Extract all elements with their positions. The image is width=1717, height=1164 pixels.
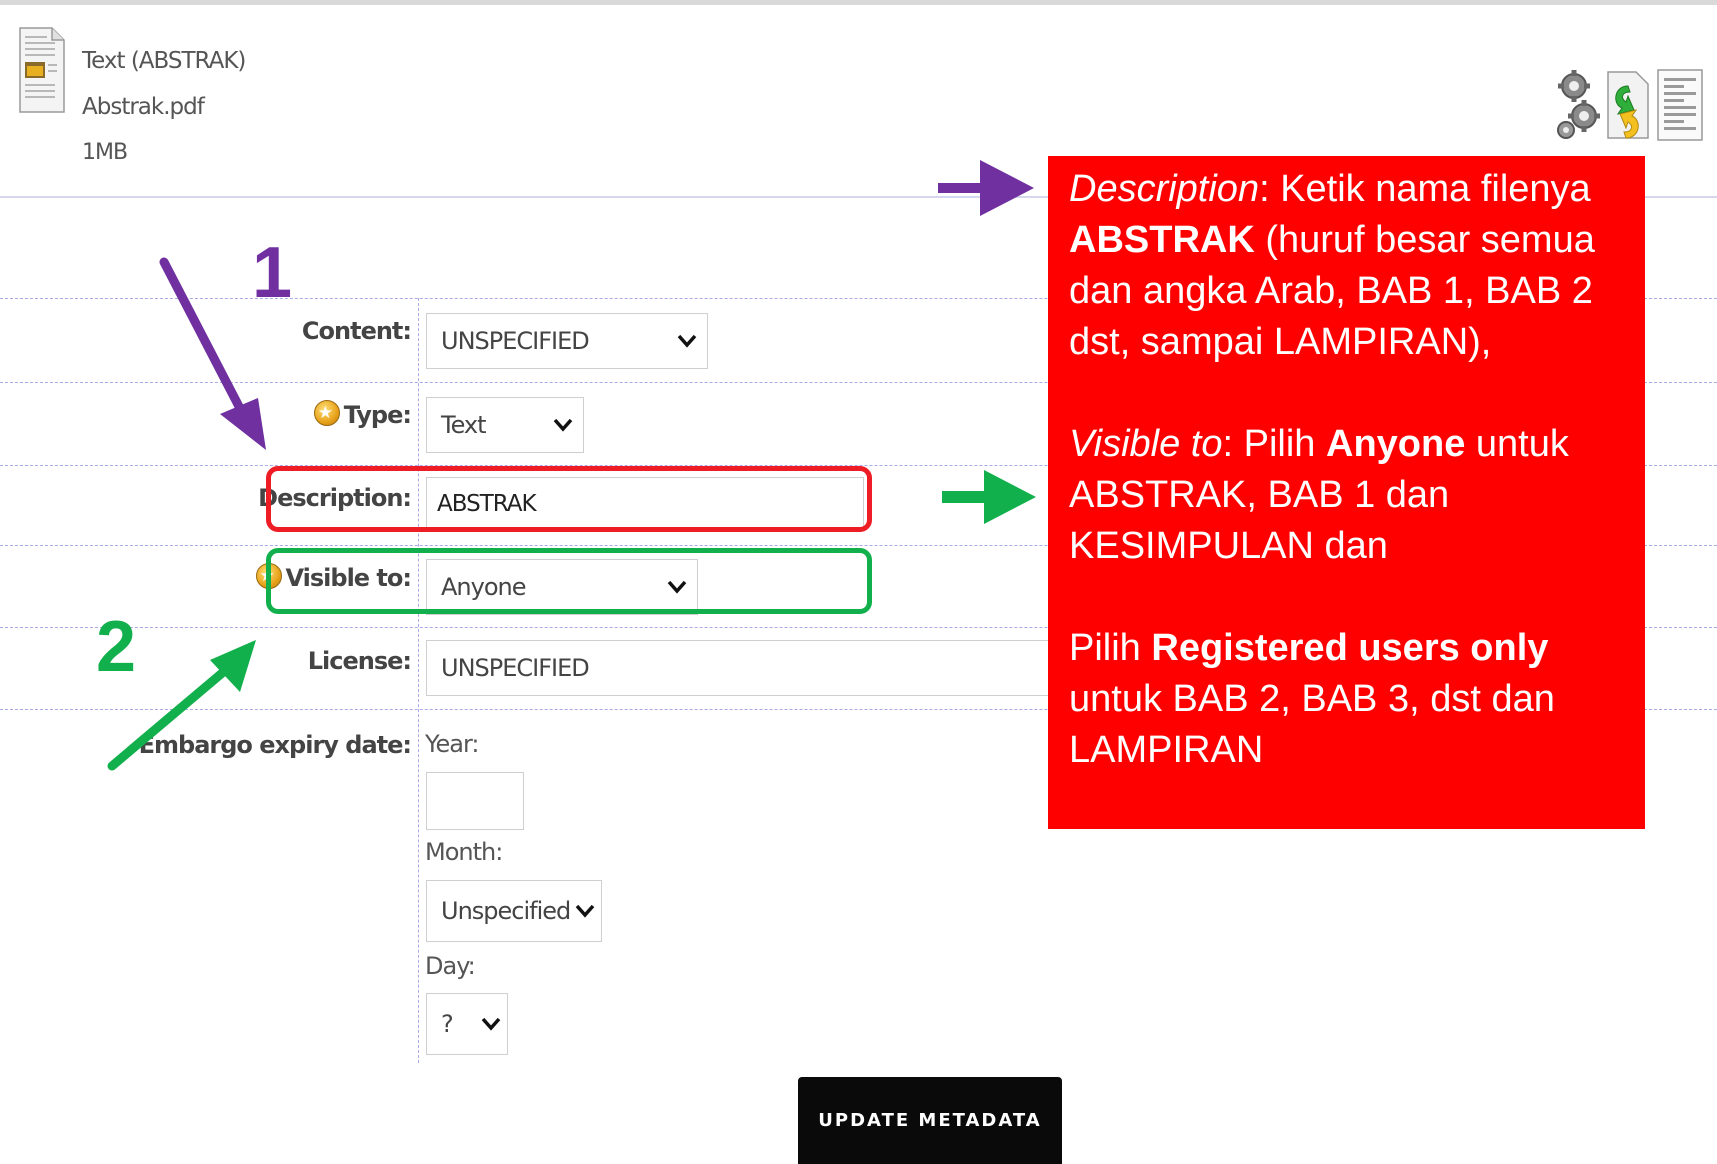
callout-registered-text: Pilih Registered users only untuk BAB 2,… [1069, 627, 1555, 771]
instruction-callout: Description: Ketik nama filenya ABSTRAK … [1048, 156, 1645, 829]
arrow-to-callout-visible [942, 470, 1036, 524]
arrow-step-2 [107, 640, 256, 771]
arrow-to-callout-description [938, 160, 1034, 216]
callout-description-text: Description: Ketik nama filenya ABSTRAK … [1069, 168, 1595, 363]
callout-visible-text: Visible to: Pilih Anyone untuk ABSTRAK, … [1069, 423, 1569, 567]
arrow-step-1 [159, 257, 266, 450]
